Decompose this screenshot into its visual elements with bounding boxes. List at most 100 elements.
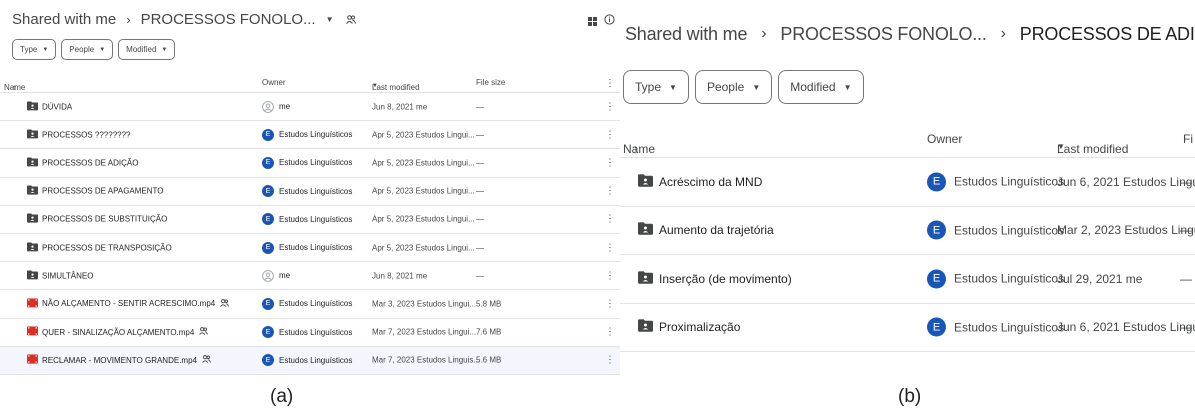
owner-name: Estudos Linguísticos [279,299,353,309]
file-name[interactable]: PROCESSOS ???????? [42,130,131,139]
folder-row[interactable]: Acréscimo da MND E Estudos Linguísticos Jun… [620,158,1195,207]
people-filter-chip[interactable]: People ▼ [61,39,114,60]
file-name[interactable]: RECLAMAR - MOVIMENTO GRANDE.mp4 [42,355,211,365]
modified-filter-label: Modified [126,45,157,54]
file-name-text: NÃO ALÇAMENTO - SENTIR ACRESCIMO.mp4 [42,299,216,309]
type-filter-chip[interactable]: Type ▼ [12,39,57,60]
shared-people-icon [202,355,211,365]
file-list: DÚVIDA me Jun 8, 2021 me — ⋮ PROCESSOS ??????… [0,93,620,375]
file-size-cell: — [1180,271,1192,286]
avatar: E [927,220,946,240]
owner-cell: E Estudos Linguísticos [262,297,353,310]
person-avatar-icon [262,269,274,282]
modified-filter-chip[interactable]: Modified ▼ [778,70,864,104]
file-name[interactable]: PROCESSOS DE APAGAMENTO [42,187,164,196]
breadcrumb-current-folder[interactable]: PROCESSOS FONOLO... [141,11,316,28]
file-row[interactable]: NÃO ALÇAMENTO - SENTIR ACRESCIMO.mp4 E Est… [0,290,620,319]
file-size-cell: 5.6 MB [476,355,502,365]
breadcrumb-current-folder[interactable]: PROCESSOS DE ADIÇÃO [1020,24,1195,45]
file-name[interactable]: Proximalização [659,320,740,334]
shared-folder-icon [638,174,653,190]
more-actions-icon[interactable]: ⋮ [605,129,615,140]
breadcrumb-parent-folder[interactable]: PROCESSOS FONOLO... [780,24,986,45]
last-modified-cell: Mar 7, 2023 Estudos Linguis... [372,355,481,365]
file-name[interactable]: Aumento da trajetória [659,223,774,237]
avatar: E [262,156,274,169]
more-actions-icon[interactable]: ⋮ [605,186,615,197]
folder-row[interactable]: Aumento da trajetória E Estudos Linguístic… [620,207,1195,255]
breadcrumb: Shared with me › PROCESSOS FONOLO... ▼ [12,8,356,30]
last-modified-cell: Apr 5, 2023 Estudos Lingui... [372,243,475,253]
file-name[interactable]: Inserção (de movimento) [659,272,792,286]
owner-cell: me [262,269,290,282]
owner-name: Estudos Linguísticos [954,320,1065,335]
owner-name: Estudos Linguísticos [279,327,353,337]
file-name[interactable]: DÚVIDA [42,102,72,111]
file-row[interactable]: RECLAMAR - MOVIMENTO GRANDE.mp4 E Estudos … [0,346,620,375]
shared-people-icon [345,14,356,24]
avatar: E [262,297,274,310]
chevron-right-icon: › [1000,25,1006,42]
folder-row[interactable]: PROCESSOS DE SUBSTITUIÇÃO E Estudos Linguí… [0,206,620,234]
file-size-cell: — [476,158,484,168]
owner-cell: E Estudos Linguísticos [927,317,1065,337]
file-name-text: RECLAMAR - MOVIMENTO GRANDE.mp4 [42,355,197,365]
modified-filter-chip[interactable]: Modified ▼ [118,39,176,60]
file-name[interactable]: SIMULTÂNEO [42,271,93,280]
last-modified-cell: Mar 2, 2023 Estudos Lingui... [1057,223,1195,238]
chevron-right-icon: › [761,25,767,42]
avatar: E [262,185,274,198]
folder-row[interactable]: PROCESSOS DE APAGAMENTO E Estudos Linguíst… [0,178,620,206]
sort-arrow-up-icon: ↑ [12,83,16,92]
folder-row[interactable]: Inserção (de movimento) E Estudos Linguíst… [620,255,1195,304]
file-name[interactable]: Acréscimo da MND [659,175,762,189]
owner-column-header: Owner [262,78,286,87]
dropdown-arrow-icon: ▼ [99,46,106,53]
file-size-cell: — [476,271,484,281]
type-filter-chip[interactable]: Type ▼ [623,70,689,104]
shared-folder-icon [27,157,38,168]
file-name[interactable]: PROCESSOS DE SUBSTITUIÇÃO [42,215,167,224]
folder-row[interactable]: Proximalização E Estudos Linguísticos Jun 6… [620,304,1195,352]
shared-folder-icon [27,270,38,281]
caret-down-icon[interactable]: ▼ [326,15,334,24]
folder-row[interactable]: PROCESSOS DE TRANSPOSIÇÃO E Estudos Linguí… [0,234,620,263]
more-actions-icon[interactable]: ⋮ [605,242,615,253]
file-size-cell: — [476,214,484,224]
avatar: E [262,326,274,339]
file-name[interactable]: PROCESSOS DE ADIÇÃO [42,158,138,167]
info-icon[interactable] [604,12,615,30]
more-actions-icon[interactable]: ⋮ [605,298,615,309]
more-actions-icon[interactable]: ⋮ [605,101,615,112]
column-options-icon[interactable]: ⋮ [605,78,615,89]
more-actions-icon[interactable]: ⋮ [605,270,615,281]
file-size-cell: — [476,102,484,112]
folder-row[interactable]: PROCESSOS ???????? E Estudos Linguísticos A… [0,121,620,150]
file-name[interactable]: NÃO ALÇAMENTO - SENTIR ACRESCIMO.mp4 [42,299,230,309]
more-actions-icon[interactable]: ⋮ [605,214,615,225]
dropdown-arrow-icon: ▼ [843,82,852,92]
file-name-text: PROCESSOS DE APAGAMENTO [42,186,164,196]
file-name-text: PROCESSOS DE SUBSTITUIÇÃO [42,214,168,224]
breadcrumb-shared-with-me[interactable]: Shared with me [625,24,747,45]
owner-name: Estudos Linguísticos [279,243,353,253]
shared-folder-icon [27,213,38,225]
folder-row[interactable]: SIMULTÂNEO me Jun 8, 2021 me — ⋮ [0,262,620,291]
file-name[interactable]: PROCESSOS DE TRANSPOSIÇÃO [42,243,172,252]
more-actions-icon[interactable]: ⋮ [605,157,615,168]
folder-row[interactable]: DÚVIDA me Jun 8, 2021 me — ⋮ [0,93,620,122]
filter-chips: Type ▼ People ▼ Modified ▼ [623,70,864,104]
file-row[interactable]: QUER - SINALIZAÇÃO ALÇAMENTO.mp4 E Estudos… [0,319,620,347]
more-actions-icon[interactable]: ⋮ [605,355,615,366]
file-list-header: Name ↑ Owner Last modified ▼ File size ⋮ [0,73,620,93]
folder-row[interactable]: PROCESSOS DE ADIÇÃO E Estudos Linguísticos… [0,149,620,178]
last-modified-cell: Apr 5, 2023 Estudos Lingui... [372,186,475,196]
file-name-text: QUER - SINALIZAÇÃO ALÇAMENTO.mp4 [42,327,195,337]
breadcrumb-shared-with-me[interactable]: Shared with me [12,11,116,28]
grid-view-icon[interactable] [588,13,597,31]
file-size-cell: 7.6 MB [476,327,502,337]
people-filter-chip[interactable]: People ▼ [694,70,773,104]
file-name[interactable]: QUER - SINALIZAÇÃO ALÇAMENTO.mp4 [42,327,209,337]
more-actions-icon[interactable]: ⋮ [605,327,615,338]
avatar: E [262,354,274,367]
